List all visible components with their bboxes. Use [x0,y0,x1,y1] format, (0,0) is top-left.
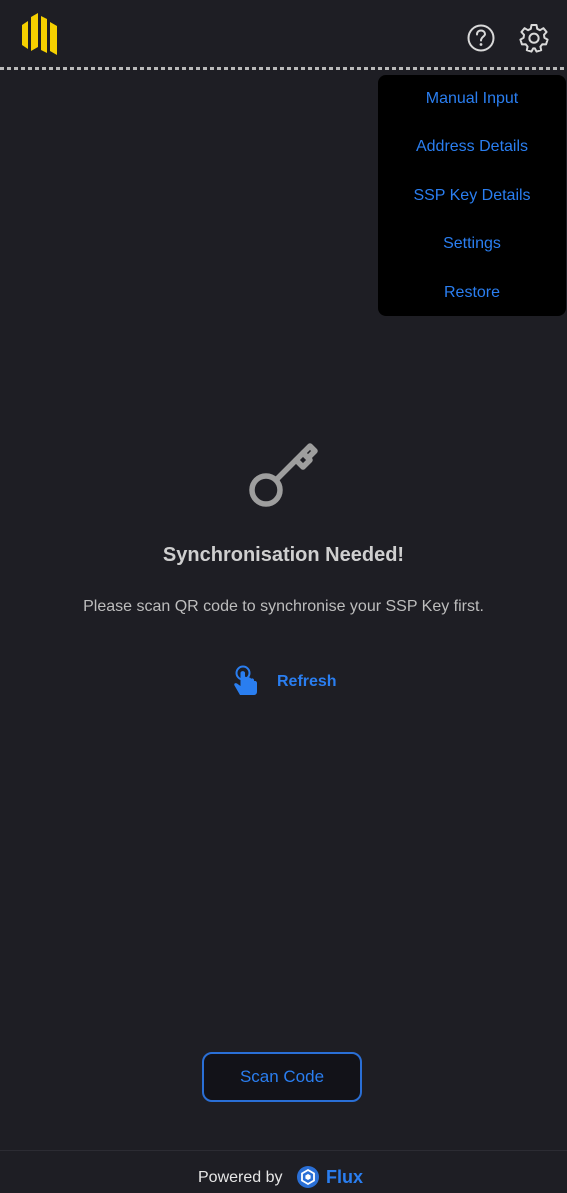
sync-instruction-text: Please scan QR code to synchronise your … [83,598,484,615]
key-icon [249,443,318,507]
scan-code-button[interactable]: Scan Code [202,1052,362,1102]
header-divider [0,67,567,70]
refresh-button[interactable]: Refresh [230,664,350,700]
ssp-wallet-logo-icon [22,13,57,55]
refresh-label: Refresh [277,673,337,690]
menu-item-settings[interactable]: Settings [378,226,566,262]
app-screen: Manual Input Address Details SSP Key Det… [0,0,567,1193]
footer: Powered by Flux [0,1163,567,1191]
flux-logo-icon [297,1166,319,1188]
powered-by-label: Powered by [198,1169,283,1186]
menu-item-ssp-key-details[interactable]: SSP Key Details [378,178,566,214]
top-bar [0,0,567,68]
settings-gear-button[interactable] [518,22,550,54]
tap-hand-icon [234,665,257,695]
menu-item-restore[interactable]: Restore [378,275,566,311]
sync-needed-title: Synchronisation Needed! [162,544,405,566]
menu-item-manual-input[interactable]: Manual Input [378,81,566,117]
menu-item-address-details[interactable]: Address Details [378,129,566,165]
footer-divider [0,1150,567,1151]
help-button[interactable] [466,23,496,53]
settings-dropdown-menu: Manual Input Address Details SSP Key Det… [378,75,566,316]
flux-brand-name[interactable]: Flux [326,1167,363,1188]
